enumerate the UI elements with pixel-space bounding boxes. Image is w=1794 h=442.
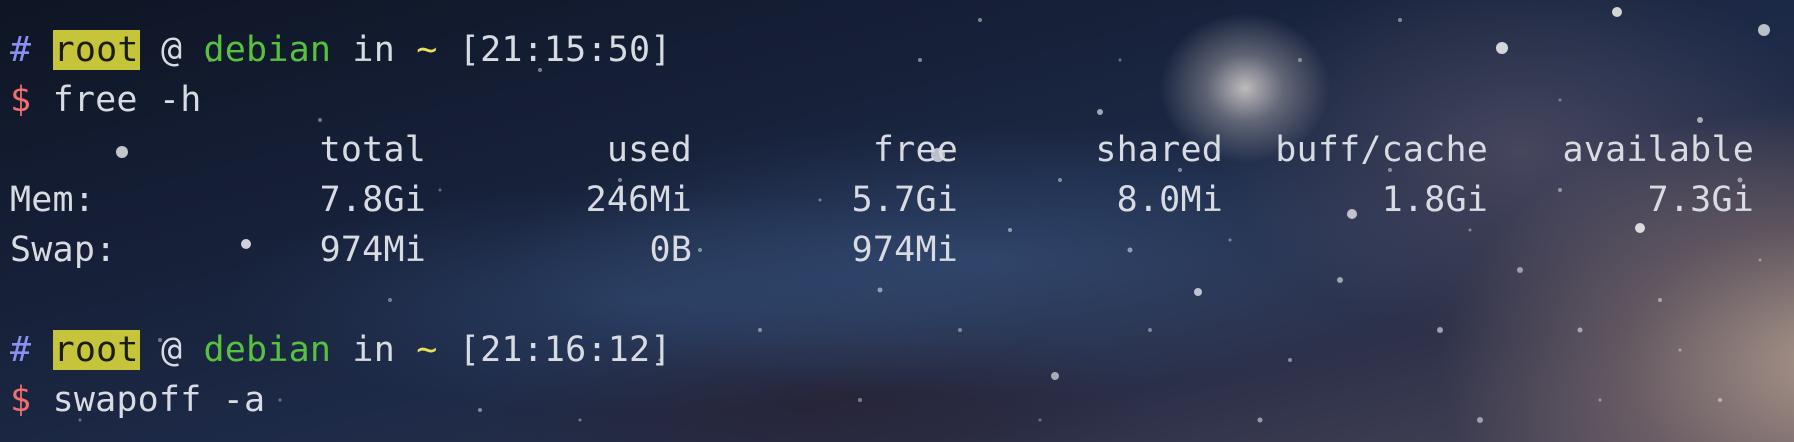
prompt-user: root [52, 330, 140, 370]
command-text: swapoff -a [52, 380, 266, 420]
mem-free: 5.7Gi [851, 180, 958, 220]
swap-free: 974Mi [851, 230, 958, 270]
prompt-line-1: # root @ debian in ~ [21:15:50] [10, 25, 672, 75]
header-free: free [872, 130, 958, 170]
prompt-at: @ [160, 30, 183, 70]
prompt-dollar: $ [10, 380, 32, 420]
free-output-mem-row: Mem: 7.8Gi 246Mi 5.7Gi 8.0Mi 1.8Gi 7.3Gi [10, 175, 1770, 225]
swap-used: 0B [649, 230, 692, 270]
header-shared: shared [1095, 130, 1223, 170]
prompt-dollar: $ [10, 80, 32, 120]
prompt-directory: ~ [416, 30, 438, 70]
header-buff-cache: buff/cache [1275, 130, 1488, 170]
prompt-in: in [352, 30, 395, 70]
prompt-user: root [52, 30, 140, 70]
prompt-hash: # [10, 30, 32, 70]
mem-buff-cache: 1.8Gi [1381, 180, 1488, 220]
prompt-directory: ~ [416, 330, 438, 370]
swap-total: 974Mi [319, 230, 426, 270]
prompt-timestamp: [21:15:50] [458, 30, 672, 70]
command-text: free -h [52, 80, 202, 120]
prompt-line-2: # root @ debian in ~ [21:16:12] [10, 325, 672, 375]
prompt-in: in [352, 330, 395, 370]
mem-total: 7.8Gi [319, 180, 426, 220]
mem-available: 7.3Gi [1647, 180, 1754, 220]
prompt-timestamp: [21:16:12] [458, 330, 672, 370]
header-available: available [1562, 130, 1754, 170]
command-line-1: $ free -h [10, 75, 201, 125]
mem-shared: 8.0Mi [1116, 180, 1223, 220]
prompt-hash: # [10, 330, 32, 370]
prompt-at: @ [160, 330, 183, 370]
free-output-swap-row: Swap: 974Mi 0B 974Mi [10, 225, 1770, 275]
header-total: total [319, 130, 426, 170]
free-output-header-row: total used free shared buff/cache availa… [10, 125, 1770, 175]
prompt-host: debian [203, 330, 332, 370]
prompt-host: debian [203, 30, 332, 70]
mem-used: 246Mi [585, 180, 692, 220]
header-used: used [606, 130, 692, 170]
command-line-2[interactable]: $ swapoff -a [10, 375, 265, 425]
terminal-window[interactable]: # root @ debian in ~ [21:15:50] $ free -… [0, 0, 1794, 442]
